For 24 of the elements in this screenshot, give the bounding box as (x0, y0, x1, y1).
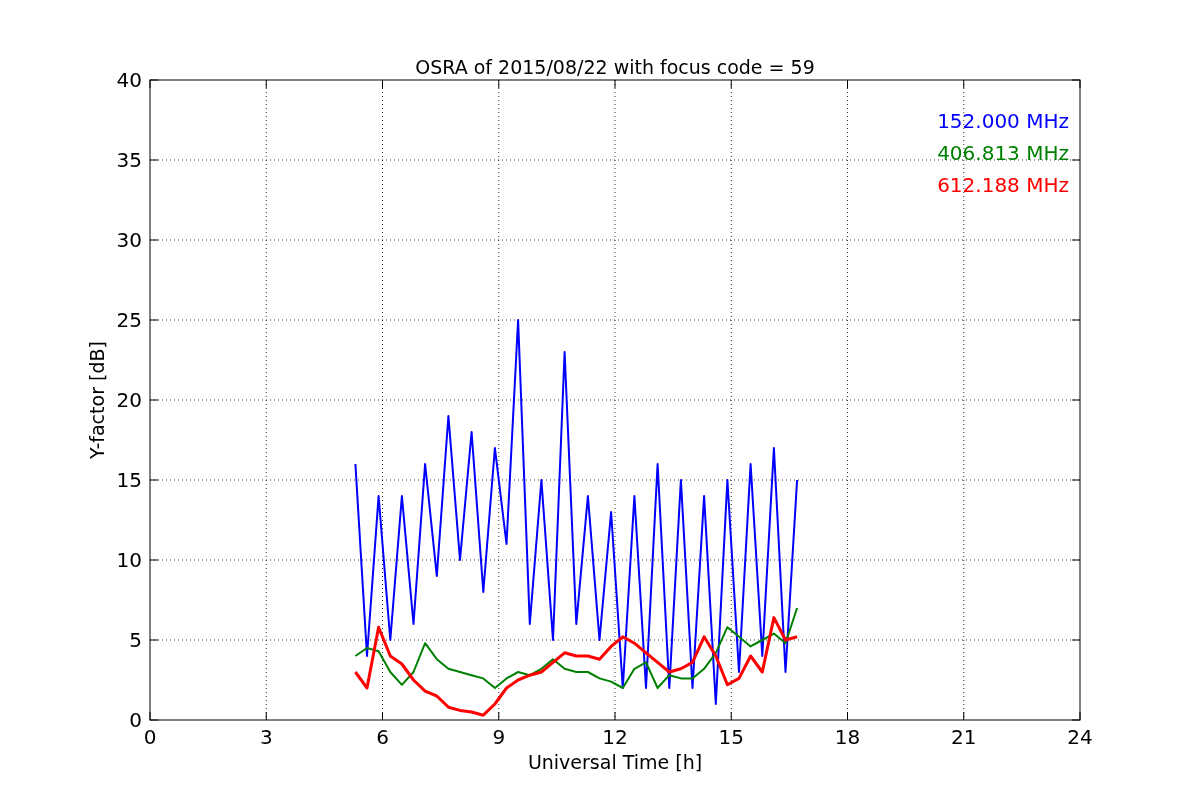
y-tick-label: 30 (116, 228, 142, 252)
x-tick-label: 6 (376, 725, 389, 749)
x-tick-label: 24 (1067, 725, 1093, 749)
chart-title: OSRA of 2015/08/22 with focus code = 59 (415, 56, 815, 78)
y-tick-label: 40 (116, 68, 142, 92)
legend-label: 406.813 MHz (937, 141, 1069, 165)
y-tick-label: 15 (116, 468, 142, 492)
y-tick-label: 5 (129, 628, 142, 652)
x-tick-label: 3 (259, 725, 273, 749)
y-tick-label: 25 (116, 308, 142, 332)
x-tick-label: 15 (718, 725, 744, 749)
x-tick-label: 0 (143, 725, 157, 749)
x-tick-label: 9 (492, 725, 506, 749)
x-tick-label: 18 (834, 725, 861, 749)
y-tick-label: 10 (116, 548, 142, 572)
y-tick-label: 35 (116, 148, 142, 172)
y-tick-label: 20 (116, 388, 142, 412)
legend-label: 152.000 MHz (937, 109, 1069, 133)
legend-label: 612.188 MHz (937, 173, 1069, 197)
y-axis-label: Y-factor [dB] (86, 341, 108, 459)
x-tick-label: 21 (951, 725, 977, 749)
x-tick-label: 12 (602, 725, 628, 749)
y-tick-label: 0 (129, 708, 142, 732)
x-axis-label: Universal Time [h] (527, 751, 703, 773)
